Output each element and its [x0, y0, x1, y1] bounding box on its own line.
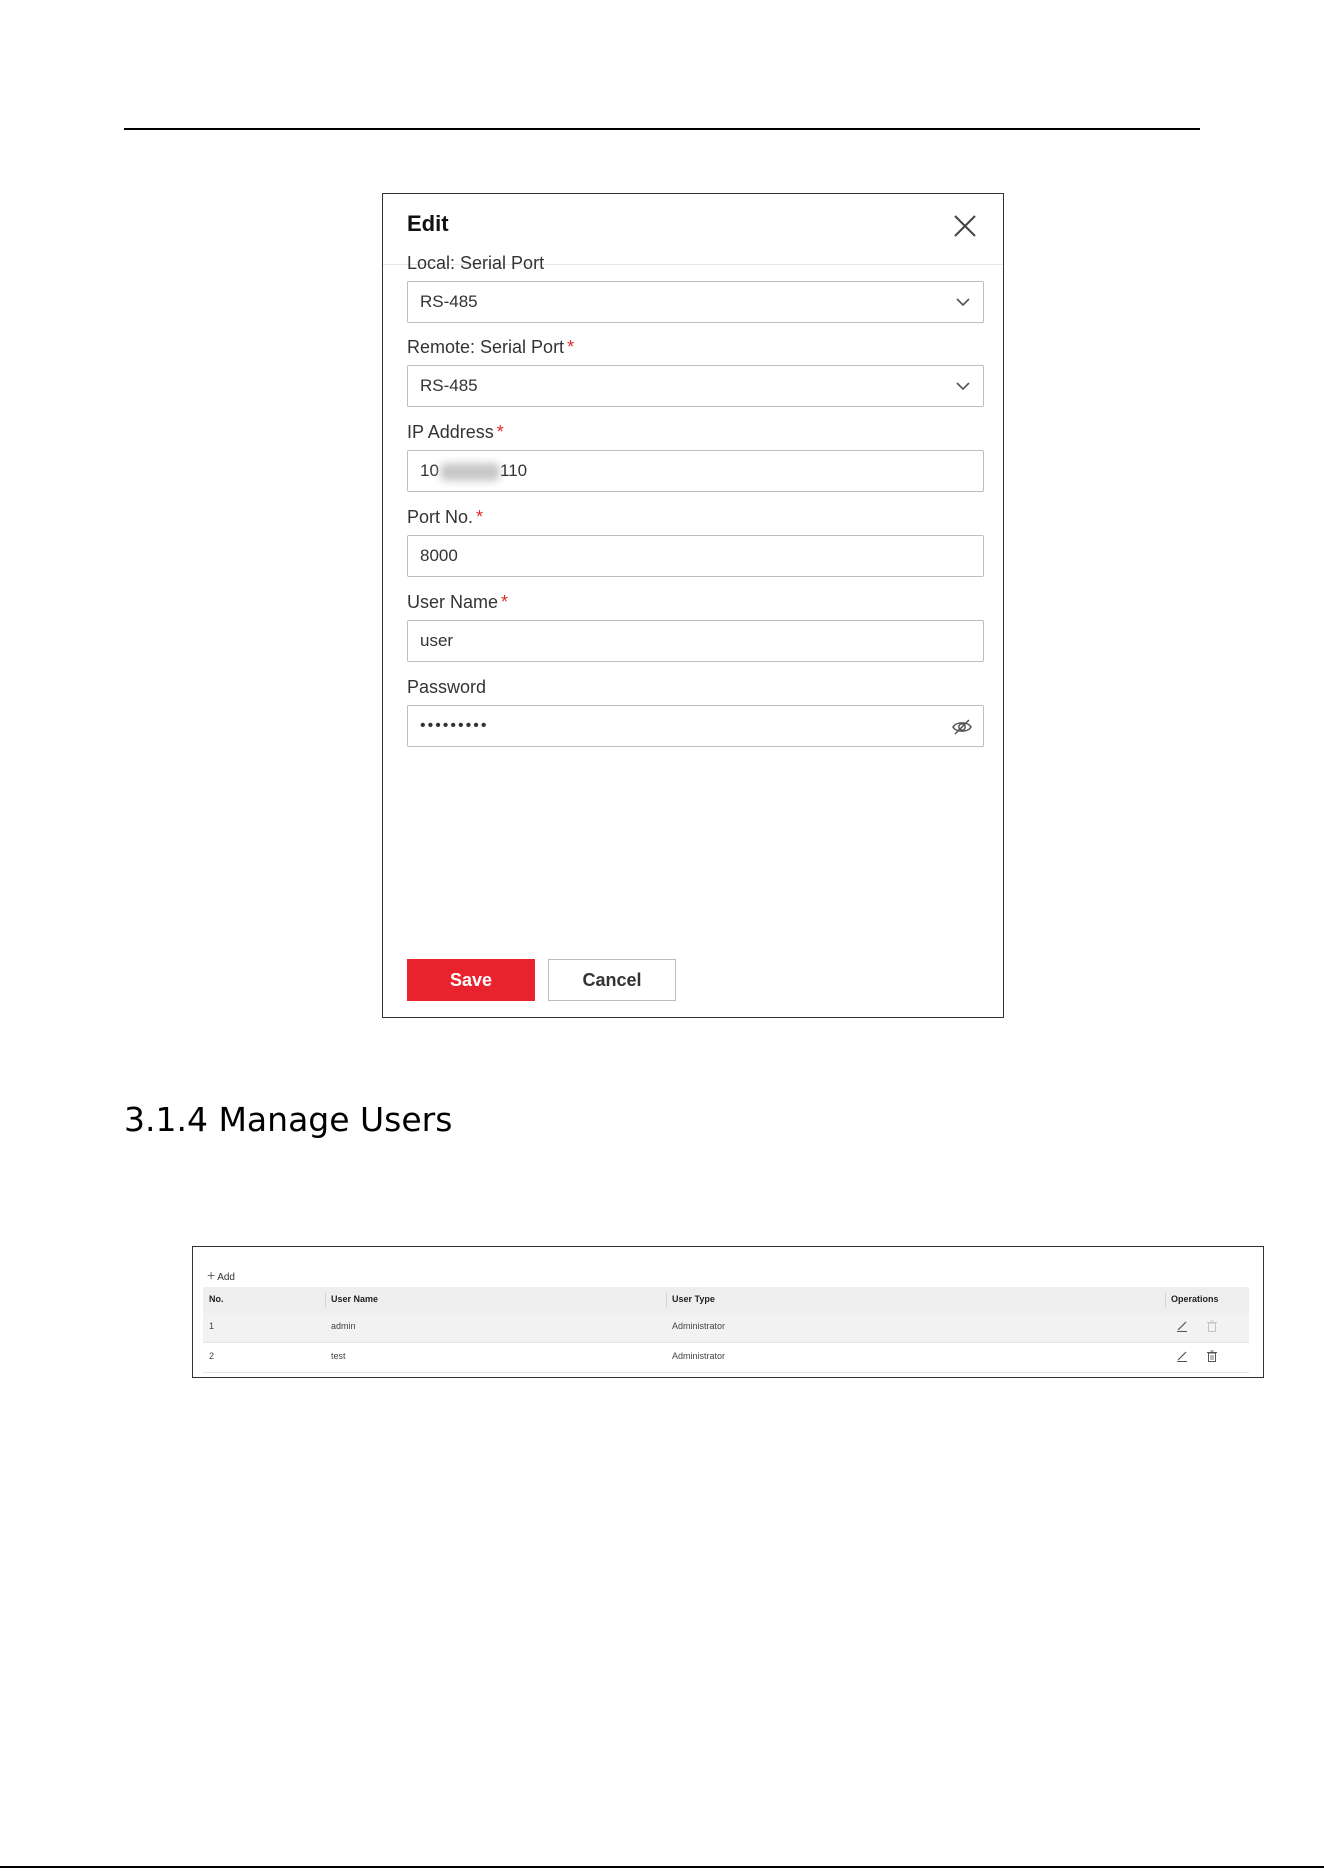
- header-user-type: User Type: [672, 1294, 715, 1304]
- user-name-input[interactable]: user: [407, 620, 984, 662]
- cell-user-name: admin: [331, 1321, 356, 1331]
- cell-user-type: Administrator: [672, 1351, 726, 1361]
- column-separator: [1165, 1293, 1166, 1307]
- header-no: No.: [209, 1294, 224, 1304]
- table-row[interactable]: 2 test Administrator: [203, 1343, 1249, 1373]
- required-mark: *: [567, 337, 575, 357]
- user-name-value: user: [420, 631, 454, 650]
- user-name-label: User Name *: [407, 592, 509, 612]
- section-heading: 3.1.4 Manage Users: [124, 1100, 453, 1139]
- footer-rule: [0, 1866, 1324, 1868]
- delete-icon-disabled: [1207, 1320, 1217, 1332]
- edit-icon[interactable]: [1175, 1319, 1189, 1333]
- remote-serial-port-value: RS-485: [420, 376, 478, 395]
- ip-address-input[interactable]: 10 110: [407, 450, 984, 492]
- delete-icon[interactable]: [1205, 1349, 1219, 1363]
- column-separator: [666, 1293, 667, 1307]
- edit-dialog: Edit Local: Serial Port RS-485 Remote: S…: [382, 193, 1004, 1018]
- header-operations: Operations: [1171, 1294, 1219, 1304]
- close-icon[interactable]: [949, 210, 981, 242]
- eye-off-icon[interactable]: [951, 716, 973, 738]
- chevron-down-icon: [956, 382, 970, 391]
- redacted-blur: [440, 463, 500, 481]
- users-panel: + Add No. User Name User Type Operations …: [192, 1246, 1264, 1378]
- ip-address-label: IP Address *: [407, 422, 504, 442]
- table-header: No. User Name User Type Operations: [203, 1287, 1249, 1313]
- dialog-title: Edit: [407, 211, 449, 236]
- password-value: •••••••••: [420, 717, 489, 734]
- ip-address-suffix: 110: [500, 461, 528, 480]
- local-serial-port-label: Local: Serial Port: [407, 253, 545, 273]
- users-table: No. User Name User Type Operations 1 adm…: [203, 1287, 1249, 1373]
- local-serial-port-select[interactable]: RS-485: [407, 281, 984, 323]
- remote-serial-port-select[interactable]: RS-485: [407, 365, 984, 407]
- column-separator: [325, 1293, 326, 1307]
- table-row[interactable]: 1 admin Administrator: [203, 1313, 1249, 1343]
- port-no-input[interactable]: 8000: [407, 535, 984, 577]
- remote-serial-port-label: Remote: Serial Port *: [407, 337, 575, 357]
- ip-address-prefix: 10: [420, 461, 439, 480]
- header-user-name: User Name: [331, 1294, 379, 1304]
- header-rule: [124, 128, 1200, 130]
- add-user-button[interactable]: + Add: [207, 1267, 235, 1283]
- port-no-label: Port No. *: [407, 507, 484, 527]
- chevron-down-icon: [956, 298, 970, 307]
- cancel-button[interactable]: Cancel: [548, 959, 676, 1001]
- password-input[interactable]: •••••••••: [407, 705, 984, 747]
- port-no-value: 8000: [420, 546, 458, 565]
- cell-user-type: Administrator: [672, 1321, 726, 1331]
- save-button[interactable]: Save: [407, 959, 535, 1001]
- required-mark: *: [496, 422, 504, 442]
- cell-no: 1: [209, 1321, 215, 1331]
- add-label: Add: [217, 1272, 235, 1283]
- password-label: Password: [407, 677, 487, 697]
- plus-icon: +: [207, 1267, 216, 1283]
- cell-user-name: test: [331, 1351, 346, 1361]
- cell-no: 2: [209, 1351, 215, 1361]
- required-mark: *: [501, 592, 509, 612]
- local-serial-port-value: RS-485: [420, 292, 478, 311]
- edit-icon[interactable]: [1175, 1349, 1189, 1363]
- required-mark: *: [476, 507, 484, 527]
